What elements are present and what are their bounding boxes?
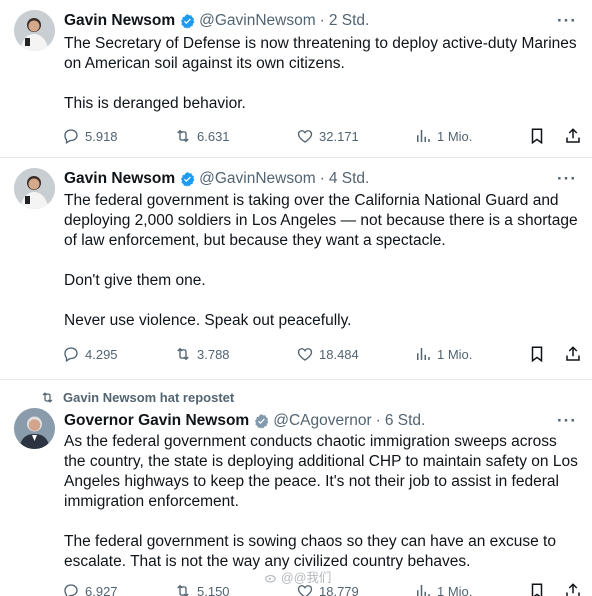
verified-gov-badge-icon xyxy=(255,413,269,429)
repost-button[interactable]: 3.788 xyxy=(174,343,230,365)
avatar[interactable] xyxy=(14,10,55,51)
bookmark-button[interactable] xyxy=(528,125,546,147)
views-chart-icon xyxy=(417,130,430,142)
heart-icon xyxy=(297,130,313,143)
tweet[interactable]: Gavin Newsom hat repostet Governor Gavin… xyxy=(0,380,592,596)
author-handle[interactable]: @CAgovernor xyxy=(273,412,371,430)
timeline-feed: Gavin Newsom @GavinNewsom · 2 Std. ··· T… xyxy=(0,0,592,596)
views-chart-icon xyxy=(417,348,430,360)
reply-button[interactable]: 4.295 xyxy=(62,343,118,365)
heart-icon xyxy=(297,348,313,361)
like-count: 18.484 xyxy=(319,346,359,362)
view-count: 1 Mio. xyxy=(437,346,473,362)
separator-dot: · xyxy=(319,12,325,29)
tweet-line: Never use violence. Speak out peacefully… xyxy=(64,312,352,329)
tweet[interactable]: Gavin Newsom @GavinNewsom · 4 Std. ··· T… xyxy=(0,158,592,380)
reply-count: 4.295 xyxy=(85,346,118,362)
tweet-line: on American soil against its own citizen… xyxy=(64,55,345,72)
views-button[interactable]: 1 Mio. xyxy=(414,125,472,147)
repost-count: 5.150 xyxy=(197,583,230,596)
verified-badge-icon xyxy=(181,13,195,29)
bookmark-icon xyxy=(531,346,543,363)
share-icon xyxy=(566,583,580,596)
tweet-text: The federal government is taking over th… xyxy=(64,191,580,331)
author-handle[interactable]: @GavinNewsom xyxy=(199,170,316,188)
weibo-logo-icon xyxy=(265,574,276,583)
bookmark-icon xyxy=(531,128,543,145)
tweet-actions: 5.918 6.631 32.171 1 Mio. xyxy=(62,125,582,147)
author-name[interactable]: Governor Gavin Newsom xyxy=(64,412,249,430)
reply-count: 5.918 xyxy=(85,128,118,144)
share-button[interactable] xyxy=(564,343,582,365)
repost-icon xyxy=(177,129,189,143)
tweet-line: The federal government is taking over th… xyxy=(64,192,559,209)
repost-label: Gavin Newsom hat repostet xyxy=(63,389,235,405)
tweet-line: This is deranged behavior. xyxy=(64,95,246,112)
bookmark-icon xyxy=(531,583,543,596)
avatar[interactable] xyxy=(14,408,55,449)
repost-icon xyxy=(177,347,189,361)
reply-count: 6.927 xyxy=(85,583,118,596)
tweet-header: Governor Gavin Newsom @CAgovernor · 6 St… xyxy=(64,410,578,432)
watermark-text: @@我们 xyxy=(281,571,332,585)
bookmark-button[interactable] xyxy=(528,580,546,596)
reply-icon xyxy=(64,584,78,596)
watermark: @@我们 xyxy=(264,567,331,586)
tweet-actions: 4.295 3.788 18.484 1 Mio. xyxy=(62,343,582,365)
repost-count: 6.631 xyxy=(197,128,230,144)
separator-dot: · xyxy=(319,170,325,187)
tweet-line: immigration enforcement. xyxy=(64,493,239,510)
views-button[interactable]: 1 Mio. xyxy=(414,343,472,365)
tweet-line: Angeles highways to keep the peace. It's… xyxy=(64,473,559,490)
view-count: 1 Mio. xyxy=(437,583,473,596)
tweet[interactable]: Gavin Newsom @GavinNewsom · 2 Std. ··· T… xyxy=(0,0,592,158)
tweet-line: Don't give them one. xyxy=(64,272,206,289)
author-handle[interactable]: @GavinNewsom xyxy=(199,12,316,30)
like-button[interactable]: 18.484 xyxy=(296,343,359,365)
share-button[interactable] xyxy=(564,580,582,596)
like-count: 32.171 xyxy=(319,128,359,144)
tweet-header: Gavin Newsom @GavinNewsom · 4 Std. ··· xyxy=(64,168,578,190)
separator-dot: · xyxy=(375,412,381,429)
timestamp[interactable]: 6 Std. xyxy=(385,412,426,430)
reply-icon xyxy=(64,129,78,144)
reply-button[interactable]: 6.927 xyxy=(62,580,118,596)
tweet-line: The federal government is sowing chaos s… xyxy=(64,533,556,550)
like-button[interactable]: 32.171 xyxy=(296,125,359,147)
share-button[interactable] xyxy=(564,125,582,147)
author-name[interactable]: Gavin Newsom xyxy=(64,170,175,188)
repost-button[interactable]: 5.150 xyxy=(174,580,230,596)
tweet-line: the country, the state is deploying addi… xyxy=(64,453,578,470)
timestamp[interactable]: 2 Std. xyxy=(329,12,370,30)
verified-badge-icon xyxy=(181,171,195,187)
more-options-icon[interactable]: ··· xyxy=(556,168,578,190)
more-options-icon[interactable]: ··· xyxy=(556,10,578,32)
repost-context[interactable]: Gavin Newsom hat repostet xyxy=(40,388,234,406)
tweet-line: of law enforcement, but because they wan… xyxy=(64,232,446,249)
reply-icon xyxy=(64,347,78,362)
timestamp[interactable]: 4 Std. xyxy=(329,170,370,188)
author-name[interactable]: Gavin Newsom xyxy=(64,12,175,30)
views-button[interactable]: 1 Mio. xyxy=(414,580,472,596)
tweet-line: deploying 2,000 soldiers in Los Angeles … xyxy=(64,212,578,229)
tweet-text: The Secretary of Defense is now threaten… xyxy=(64,34,580,114)
repost-icon xyxy=(42,391,53,403)
repost-icon xyxy=(177,584,189,596)
avatar[interactable] xyxy=(14,168,55,209)
views-chart-icon xyxy=(417,585,430,596)
tweet-header: Gavin Newsom @GavinNewsom · 2 Std. ··· xyxy=(64,10,578,32)
repost-button[interactable]: 6.631 xyxy=(174,125,230,147)
more-options-icon[interactable]: ··· xyxy=(556,410,578,432)
tweet-line: As the federal government conducts chaot… xyxy=(64,433,557,450)
share-icon xyxy=(566,128,580,143)
bookmark-button[interactable] xyxy=(528,343,546,365)
tweet-text: As the federal government conducts chaot… xyxy=(64,432,580,572)
tweet-line: The Secretary of Defense is now threaten… xyxy=(64,35,577,52)
view-count: 1 Mio. xyxy=(437,128,473,144)
share-icon xyxy=(566,346,580,361)
repost-count: 3.788 xyxy=(197,346,230,362)
reply-button[interactable]: 5.918 xyxy=(62,125,118,147)
